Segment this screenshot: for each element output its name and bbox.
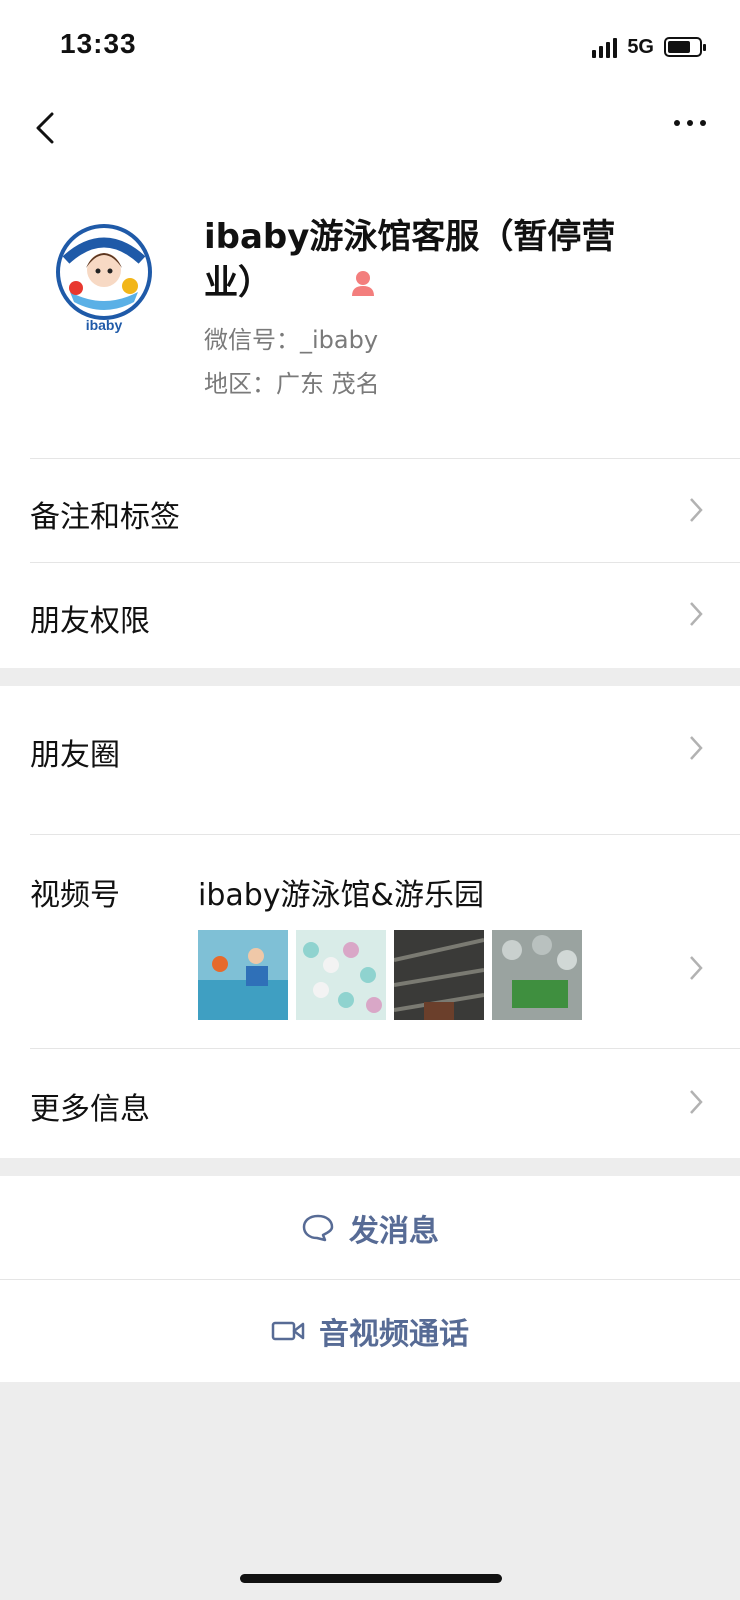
more-options-icon[interactable]	[674, 120, 706, 126]
video-camera-icon	[271, 1321, 305, 1340]
battery-icon	[664, 37, 706, 57]
home-indicator[interactable]	[240, 1574, 502, 1583]
contact-name: ibaby游泳馆客服（暂停营业）	[204, 217, 616, 303]
video-thumbnail[interactable]	[198, 930, 288, 1020]
remark-tags-label: 备注和标签	[30, 500, 180, 535]
friend-permissions-row[interactable]: 朋友权限	[0, 562, 740, 666]
video-call-button[interactable]: 音视频通话	[0, 1279, 740, 1382]
channels-name: ibaby游泳馆&游乐园	[198, 878, 484, 913]
more-info-row[interactable]: 更多信息	[0, 1048, 740, 1158]
remark-tags-row[interactable]: 备注和标签	[0, 458, 740, 562]
video-call-label: 音视频通话	[319, 1316, 469, 1352]
nav-bar	[0, 92, 740, 172]
chevron-right-icon	[690, 956, 703, 980]
chevron-right-icon	[690, 736, 703, 760]
channels-label: 视频号	[30, 878, 120, 913]
channels-row[interactable]: 视频号 ibaby游泳馆&游乐园	[0, 834, 740, 1048]
status-bar: 13:33 5G	[0, 0, 740, 92]
chevron-right-icon	[690, 602, 703, 626]
settings-group: 备注和标签 朋友权限	[0, 458, 740, 668]
back-arrow-icon[interactable]	[28, 108, 68, 148]
status-time: 13:33	[60, 28, 137, 59]
profile-card: ibaby ibaby游泳馆客服（暂停营业） 微信号：_ibaby 地区：广东 …	[0, 172, 740, 458]
video-thumbnail[interactable]	[492, 930, 582, 1020]
chevron-right-icon	[690, 1090, 703, 1114]
chevron-right-icon	[690, 498, 703, 522]
status-icons: 5G	[592, 32, 706, 62]
network-type: 5G	[627, 35, 654, 58]
more-info-label: 更多信息	[30, 1092, 150, 1127]
video-thumbnail[interactable]	[296, 930, 386, 1020]
female-gender-icon	[352, 271, 374, 296]
avatar-logo-icon: ibaby	[56, 224, 152, 333]
moments-row[interactable]: 朋友圈	[0, 686, 740, 834]
video-thumbnail[interactable]	[394, 930, 484, 1020]
wechat-id: 微信号：_ibaby	[204, 326, 379, 354]
chat-bubble-icon	[302, 1214, 334, 1241]
region: 地区：广东 茂名	[204, 370, 380, 398]
signal-icon	[592, 36, 618, 58]
send-message-label: 发消息	[349, 1213, 439, 1249]
action-group: 发消息 音视频通话	[0, 1176, 740, 1382]
avatar-brand-text: ibaby	[86, 317, 123, 333]
avatar[interactable]: ibaby	[46, 220, 162, 336]
send-message-button[interactable]: 发消息	[0, 1176, 740, 1279]
channels-thumbnails	[198, 930, 582, 1020]
content-group: 朋友圈 视频号 ibaby游泳馆&游乐园 更多信息	[0, 686, 740, 1158]
moments-label: 朋友圈	[30, 738, 120, 773]
friend-permissions-label: 朋友权限	[30, 604, 150, 639]
